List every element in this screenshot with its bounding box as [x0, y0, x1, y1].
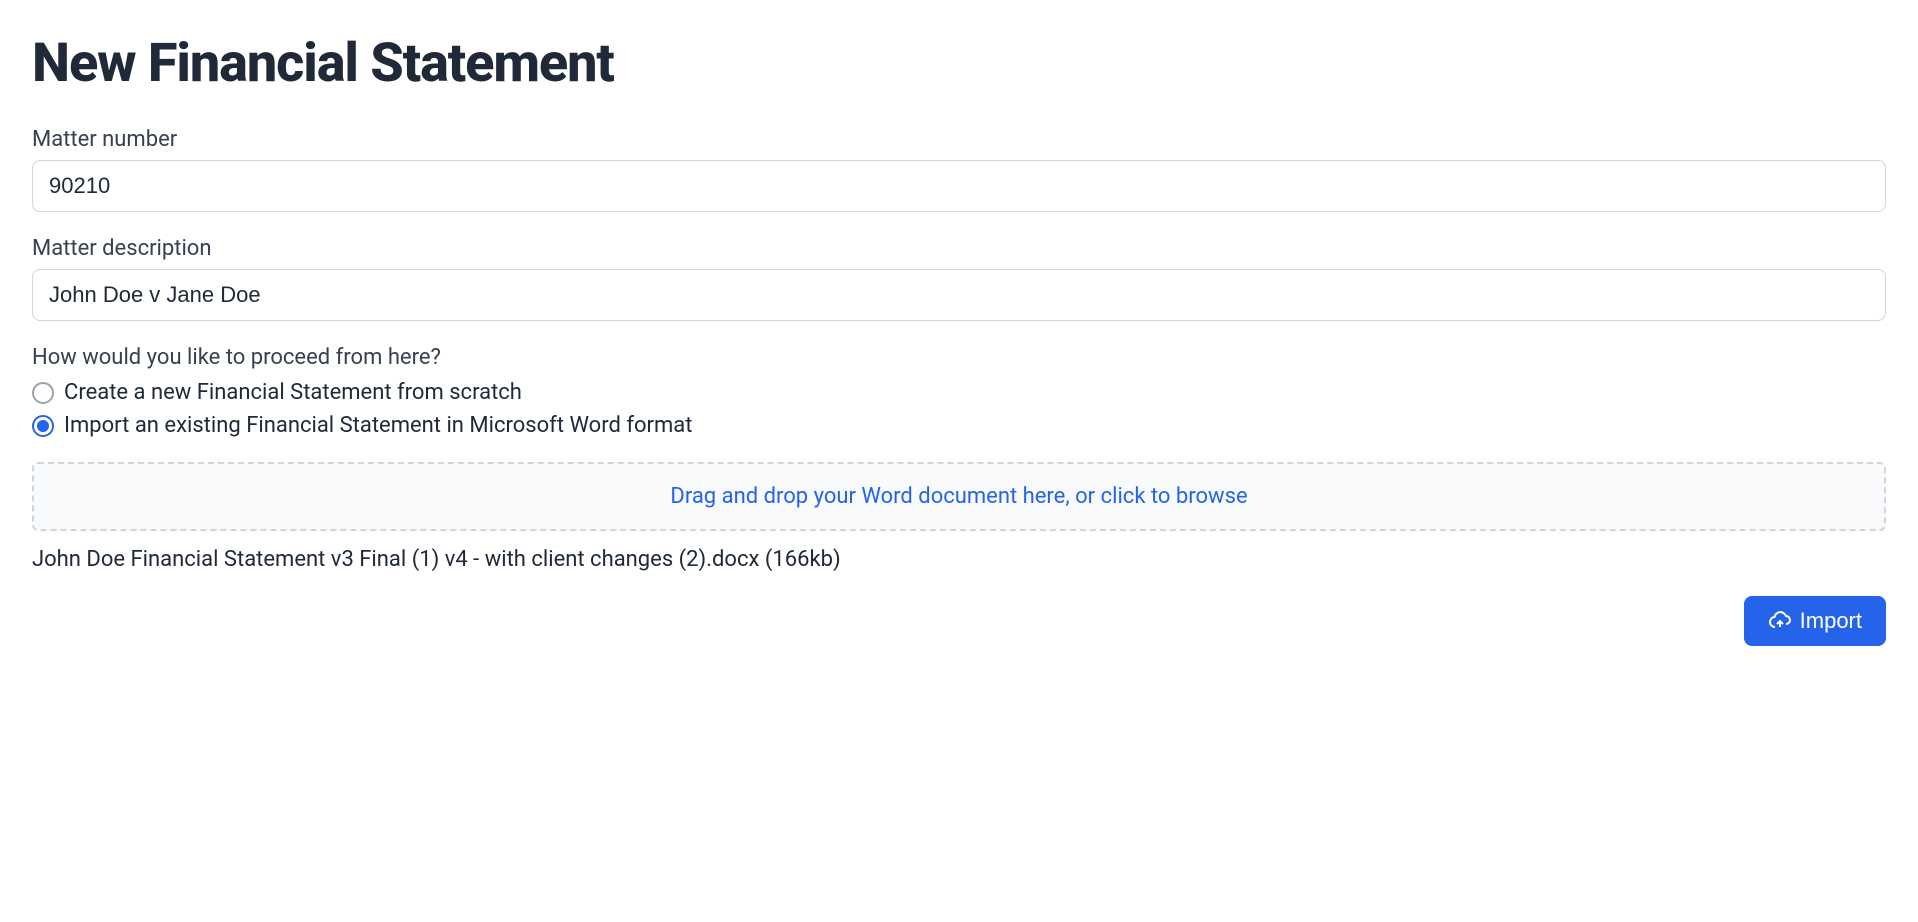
radio-create-input[interactable]	[32, 382, 54, 404]
matter-number-group: Matter number	[32, 127, 1886, 212]
matter-number-input[interactable]	[32, 160, 1886, 212]
radio-import-input[interactable]	[32, 415, 54, 437]
import-button-label: Import	[1800, 608, 1862, 634]
import-button[interactable]: Import	[1744, 596, 1886, 646]
radio-import-label: Import an existing Financial Statement i…	[64, 413, 692, 438]
page-title: New Financial Statement	[32, 32, 1886, 95]
radio-option-import[interactable]: Import an existing Financial Statement i…	[32, 413, 1886, 438]
dropzone-text: Drag and drop your Word document here, o…	[670, 484, 1247, 509]
cloud-upload-icon	[1768, 609, 1792, 633]
matter-number-label: Matter number	[32, 127, 1886, 152]
proceed-label: How would you like to proceed from here?	[32, 345, 1886, 370]
matter-description-input[interactable]	[32, 269, 1886, 321]
radio-option-create[interactable]: Create a new Financial Statement from sc…	[32, 380, 1886, 405]
proceed-radio-group: How would you like to proceed from here?…	[32, 345, 1886, 438]
matter-description-group: Matter description	[32, 236, 1886, 321]
matter-description-label: Matter description	[32, 236, 1886, 261]
uploaded-file-info: John Doe Financial Statement v3 Final (1…	[32, 547, 1886, 572]
file-dropzone[interactable]: Drag and drop your Word document here, o…	[32, 462, 1886, 531]
button-row: Import	[32, 596, 1886, 646]
radio-create-label: Create a new Financial Statement from sc…	[64, 380, 522, 405]
